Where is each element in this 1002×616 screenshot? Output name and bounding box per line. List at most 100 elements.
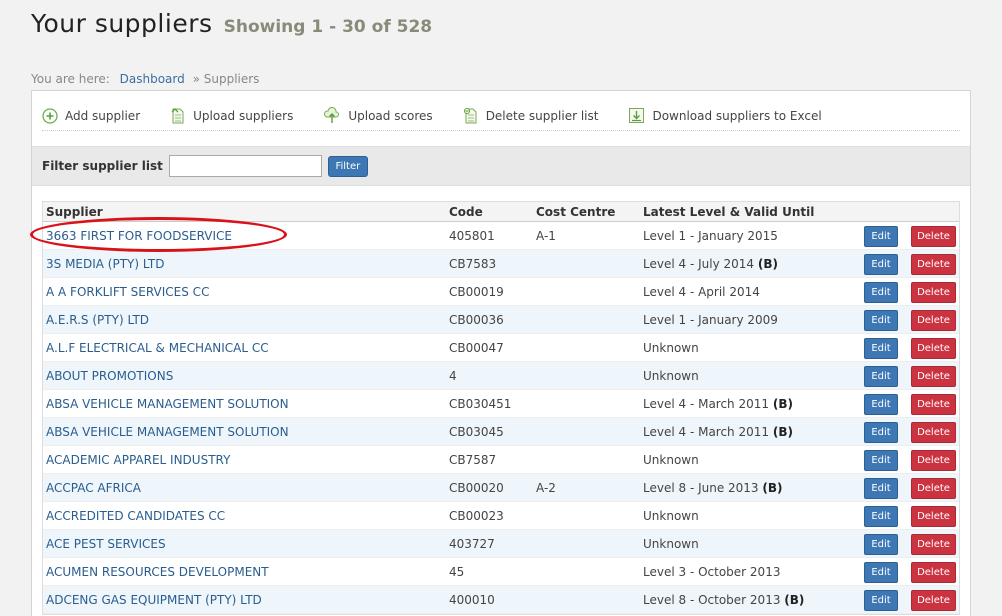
breadcrumb: You are here: Dashboard » Suppliers [31, 72, 259, 86]
supplier-code: 403727 [449, 537, 495, 551]
delete-button[interactable]: Delete [911, 478, 956, 499]
edit-button[interactable]: Edit [864, 450, 898, 471]
download-excel-button[interactable]: Download suppliers to Excel [628, 107, 822, 124]
level-valid-until: Unknown [643, 537, 699, 551]
column-header-level[interactable]: Latest Level & Valid Until [643, 205, 814, 219]
supplier-name-link[interactable]: A.E.R.S (PTY) LTD [46, 313, 149, 327]
table-row: ABSA VEHICLE MANAGEMENT SOLUTION CB03045 L… [43, 418, 959, 446]
level-text: Level 4 - March 2011 [643, 397, 770, 411]
delete-button[interactable]: Delete [911, 422, 956, 443]
level-text: Level 3 - October 2013 [643, 565, 781, 579]
supplier-name-link[interactable]: ACUMEN RESOURCES DEVELOPMENT [46, 565, 269, 579]
edit-button[interactable]: Edit [864, 338, 898, 359]
supplier-name-link[interactable]: ACADEMIC APPAREL INDUSTRY [46, 453, 230, 467]
level-text: Unknown [643, 341, 699, 355]
suppliers-panel: Add supplier Upload suppliers Upload sco… [31, 90, 971, 616]
edit-button[interactable]: Edit [864, 254, 898, 275]
level-valid-until: Level 1 - January 2009 [643, 313, 778, 327]
supplier-name-link[interactable]: 3S MEDIA (PTY) LTD [46, 257, 164, 271]
delete-button[interactable]: Delete [911, 366, 956, 387]
delete-button[interactable]: Delete [911, 338, 956, 359]
b-flag: (B) [762, 481, 783, 495]
supplier-name-link[interactable]: ABOUT PROMOTIONS [46, 369, 173, 383]
delete-button[interactable]: Delete [911, 226, 956, 247]
delete-button[interactable]: Delete [911, 282, 956, 303]
delete-button[interactable]: Delete [911, 254, 956, 275]
delete-button[interactable]: Delete [911, 590, 956, 611]
edit-button[interactable]: Edit [864, 506, 898, 527]
filter-input[interactable] [168, 155, 322, 177]
delete-button[interactable]: Delete [911, 562, 956, 583]
level-valid-until: Level 4 - March 2011 (B) [643, 397, 793, 411]
table-row: ACUMEN RESOURCES DEVELOPMENT 45 Level 3 - … [43, 558, 959, 586]
column-header-cost-centre[interactable]: Cost Centre [536, 205, 615, 219]
edit-button[interactable]: Edit [864, 394, 898, 415]
column-header-code[interactable]: Code [449, 205, 483, 219]
upload-suppliers-button[interactable]: Upload suppliers [170, 107, 293, 125]
supplier-code: CB00036 [449, 313, 504, 327]
edit-button[interactable]: Edit [864, 422, 898, 443]
supplier-name-link[interactable]: A.L.F ELECTRICAL & MECHANICAL CC [46, 341, 269, 355]
column-header-supplier[interactable]: Supplier [46, 205, 103, 219]
delete-button[interactable]: Delete [911, 394, 956, 415]
level-valid-until: Unknown [643, 453, 699, 467]
supplier-code: 405801 [449, 229, 495, 243]
edit-button[interactable]: Edit [864, 282, 898, 303]
table-row: A A FORKLIFT SERVICES CC CB00019 Level 4 -… [43, 278, 959, 306]
add-supplier-label: Add supplier [65, 108, 141, 123]
add-supplier-button[interactable]: Add supplier [42, 107, 141, 124]
supplier-name-link[interactable]: A A FORKLIFT SERVICES CC [46, 285, 209, 299]
delete-button[interactable]: Delete [911, 450, 956, 471]
edit-button[interactable]: Edit [864, 310, 898, 331]
level-valid-until: Level 1 - January 2015 [643, 229, 778, 243]
supplier-name-link[interactable]: ABSA VEHICLE MANAGEMENT SOLUTION [46, 425, 289, 439]
delete-button[interactable]: Delete [911, 506, 956, 527]
supplier-name-link[interactable]: ACCPAC AFRICA [46, 481, 141, 495]
edit-button[interactable]: Edit [864, 590, 898, 611]
cost-centre: A-1 [536, 229, 556, 243]
level-valid-until: Level 4 - July 2014 (B) [643, 257, 778, 271]
level-text: Unknown [643, 453, 699, 467]
edit-button[interactable]: Edit [864, 366, 898, 387]
level-text: Unknown [643, 537, 699, 551]
table-row: ADCENG GAS EQUIPMENT (PTY) LTD 400010 Leve… [43, 586, 959, 614]
supplier-name-link[interactable]: ADCENG GAS EQUIPMENT (PTY) LTD [46, 593, 262, 607]
b-flag: (B) [784, 593, 805, 607]
upload-scores-button[interactable]: Upload scores [323, 106, 433, 125]
delete-button[interactable]: Delete [911, 310, 956, 331]
supplier-name-link[interactable]: ABSA VEHICLE MANAGEMENT SOLUTION [46, 397, 289, 411]
level-text: Level 4 - April 2014 [643, 285, 760, 299]
edit-button[interactable]: Edit [864, 226, 898, 247]
delete-supplier-list-label: Delete supplier list [485, 108, 599, 123]
edit-button[interactable]: Edit [864, 562, 898, 583]
level-text: Unknown [643, 369, 699, 383]
table-row: ACE PEST SERVICES 403727 Unknown Edit Delet… [43, 530, 959, 558]
delete-button[interactable]: Delete [911, 534, 956, 555]
level-valid-until: Level 8 - June 2013 (B) [643, 481, 783, 495]
filter-button[interactable]: Filter [327, 155, 368, 177]
table-row: A.L.F ELECTRICAL & MECHANICAL CC CB00047 U… [43, 334, 959, 362]
supplier-code: CB7583 [449, 257, 497, 271]
cost-centre: A-2 [536, 481, 556, 495]
breadcrumb-dashboard-link[interactable]: Dashboard [120, 72, 185, 86]
level-valid-until: Level 4 - March 2011 (B) [643, 425, 793, 439]
page-title: Your suppliers Showing 1 - 30 of 528 [31, 9, 432, 38]
level-text: Level 4 - March 2011 [643, 425, 770, 439]
supplier-name-link[interactable]: ACCREDITED CANDIDATES CC [46, 509, 225, 523]
supplier-code: CB00020 [449, 481, 504, 495]
level-valid-until: Level 3 - October 2013 [643, 565, 780, 579]
supplier-name-link[interactable]: ACE PEST SERVICES [46, 537, 166, 551]
edit-button[interactable]: Edit [864, 478, 898, 499]
table-row: ACADEMIC APPAREL INDUSTRY CB7587 Unknown E… [43, 446, 959, 474]
b-flag: (B) [772, 397, 793, 411]
delete-supplier-list-button[interactable]: Delete supplier list [463, 107, 599, 125]
suppliers-table: Supplier Code Cost Centre Latest Level &… [42, 201, 960, 615]
breadcrumb-current: » Suppliers [192, 72, 260, 86]
edit-button[interactable]: Edit [864, 534, 898, 555]
table-header: Supplier Code Cost Centre Latest Level &… [43, 202, 959, 222]
upload-scores-label: Upload scores [348, 108, 433, 123]
filter-label: Filter supplier list [42, 159, 163, 173]
upload-suppliers-label: Upload suppliers [193, 108, 294, 123]
level-valid-until: Unknown [643, 369, 699, 383]
supplier-name-link[interactable]: 3663 FIRST FOR FOODSERVICE [46, 229, 232, 243]
